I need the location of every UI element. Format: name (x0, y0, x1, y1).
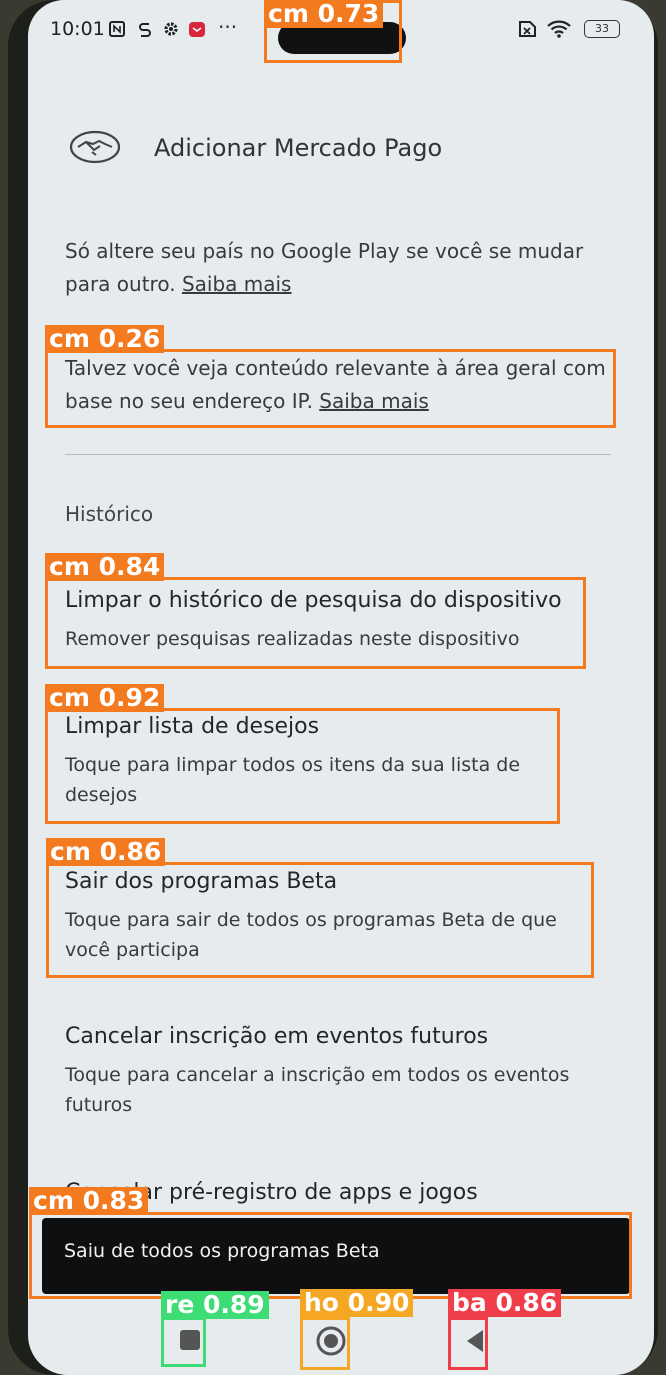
item-subtitle: Toque para cancelar a inscrição em todos… (65, 1064, 570, 1086)
detection-box (161, 1317, 206, 1367)
settings-gear-icon (164, 22, 178, 36)
red-app-notification-icon (189, 22, 205, 37)
detection-label: ba 0.86 (448, 1289, 562, 1317)
detection-label: cm 0.84 (45, 553, 165, 581)
detection-box (45, 577, 586, 669)
detection-label: cm 0.92 (45, 684, 165, 712)
cancel-preregistration-item[interactable]: Cancelar pré-registro de apps e jogos (65, 1178, 625, 1208)
detection-box (448, 1317, 488, 1370)
item-title: Cancelar pré-registro de apps e jogos (65, 1180, 478, 1205)
item-title: Cancelar inscrição em eventos futuros (65, 1024, 489, 1049)
divider (65, 454, 611, 455)
item-subtitle-cont: futuros (65, 1094, 133, 1116)
detection-label: cm 0.26 (45, 325, 165, 353)
status-time: 10:01 (50, 18, 105, 40)
detection-label: cm 0.86 (46, 838, 166, 866)
battery-level: 33 (595, 22, 609, 35)
detection-box (29, 1212, 632, 1299)
detection-label: ho 0.90 (300, 1289, 414, 1317)
detection-label: cm 0.73 (264, 0, 384, 28)
detection-box (45, 349, 616, 428)
history-section-title: Histórico (65, 502, 154, 526)
nfc-icon (109, 21, 125, 37)
header-title: Adicionar Mercado Pago (154, 134, 443, 162)
battery-icon: 33 (584, 20, 620, 38)
wifi-icon (547, 20, 571, 38)
unsubscribe-events-item[interactable]: Cancelar inscrição em eventos futuros To… (65, 1022, 625, 1120)
detection-box (46, 862, 594, 978)
more-notifications-icon: ··· (218, 15, 238, 39)
mercado-pago-handshake-icon (69, 130, 121, 164)
detection-label: cm 0.83 (29, 1187, 149, 1215)
detection-box (45, 708, 560, 824)
country-notice-text: para outro. (65, 272, 182, 296)
country-notice: Só altere seu país no Google Play se voc… (65, 235, 625, 301)
detection-label: re 0.89 (161, 1291, 269, 1319)
no-sim-icon (519, 21, 536, 37)
country-learn-more-link[interactable]: Saiba mais (182, 272, 292, 296)
country-notice-line2: para outro. Saiba mais (65, 268, 625, 301)
detection-box (300, 1317, 350, 1370)
s-app-icon (139, 23, 151, 37)
country-notice-line1: Só altere seu país no Google Play se voc… (65, 239, 584, 263)
